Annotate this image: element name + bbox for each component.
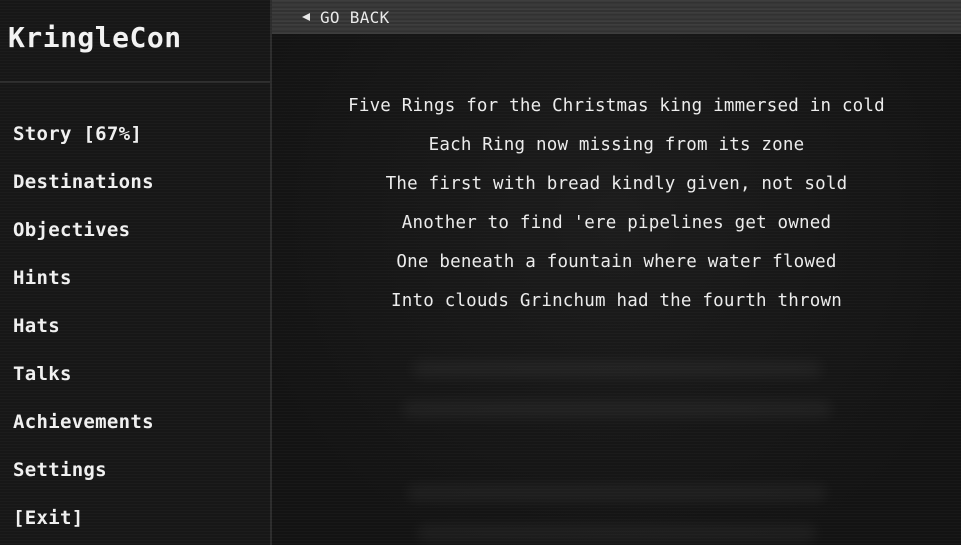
story-text: Five Rings for the Christmas king immers…: [272, 87, 961, 321]
sidebar-item-talks[interactable]: Talks: [13, 350, 154, 398]
sidebar-item-hints[interactable]: Hints: [13, 254, 154, 302]
story-line: Each Ring now missing from its zone: [428, 135, 805, 155]
go-back-label: GO BACK: [320, 7, 390, 27]
top-bar: GO BACK: [272, 0, 961, 34]
left-triangle-icon: [302, 13, 310, 21]
story-line: The first with bread kindly given, not s…: [385, 174, 848, 194]
sidebar: KringleCon Story [67%] Destinations Obje…: [0, 0, 272, 545]
kringlecon-app: KringleCon Story [67%] Destinations Obje…: [0, 0, 961, 545]
locked-story-text-blurred: [272, 362, 961, 540]
sidebar-item-settings[interactable]: Settings: [13, 446, 154, 494]
sidebar-item-story[interactable]: Story [67%]: [13, 110, 154, 158]
sidebar-nav: Story [67%] Destinations Objectives Hint…: [13, 110, 154, 542]
story-line: One beneath a fountain where water flowe…: [396, 252, 837, 272]
blurred-line: [416, 526, 817, 540]
sidebar-item-objectives[interactable]: Objectives: [13, 206, 154, 254]
sidebar-item-achievements[interactable]: Achievements: [13, 398, 154, 446]
brand-header: KringleCon: [0, 0, 270, 83]
brand-title: KringleCon: [8, 21, 182, 54]
sidebar-item-hats[interactable]: Hats: [13, 302, 154, 350]
go-back-button[interactable]: GO BACK: [302, 8, 390, 27]
blurred-line: [401, 402, 832, 416]
story-line: Another to find 'ere pipelines get owned: [401, 213, 832, 233]
blurred-line: [411, 362, 822, 376]
sidebar-item-exit[interactable]: [Exit]: [13, 494, 154, 542]
story-panel: GO BACK Five Rings for the Christmas kin…: [272, 0, 961, 545]
blurred-line: [406, 486, 827, 500]
sidebar-item-destinations[interactable]: Destinations: [13, 158, 154, 206]
story-line: Into clouds Grinchum had the fourth thro…: [391, 291, 842, 311]
story-line: Five Rings for the Christmas king immers…: [348, 96, 885, 116]
